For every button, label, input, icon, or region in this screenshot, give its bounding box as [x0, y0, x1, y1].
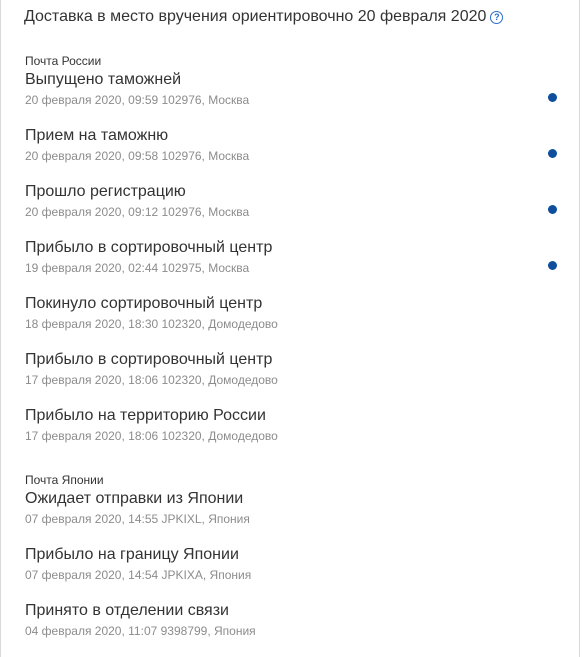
event-status: Ожидает отправки из Японии	[25, 490, 244, 507]
delivery-estimate-header: Доставка в место вручения ориентировочно…	[24, 8, 504, 26]
tracking-event: Принято в отделении связи 04 февраля 202…	[25, 600, 560, 656]
event-status: Принято в отделении связи	[25, 602, 229, 619]
event-dot-icon	[548, 205, 557, 214]
tracking-event: Выпущено таможней 20 февраля 2020, 09:59…	[25, 69, 560, 125]
tracking-event: Прибыло в сортировочный центр 19 февраля…	[25, 237, 560, 293]
event-status: Прибыло на границу Японии	[25, 546, 239, 563]
event-status: Покинуло сортировочный центр	[25, 295, 263, 312]
event-status: Выпущено таможней	[25, 71, 182, 88]
event-dot-icon	[548, 149, 557, 158]
event-status: Прибыло в сортировочный центр	[25, 351, 273, 368]
event-status: Прием на таможню	[25, 127, 169, 144]
tracking-event: Прошло регистрацию 20 февраля 2020, 09:1…	[25, 181, 560, 237]
tracking-event: Прием на таможню 20 февраля 2020, 09:58 …	[25, 125, 560, 181]
event-details: 17 февраля 2020, 18:06 102320, Домодедов…	[25, 373, 278, 387]
tracking-card: Доставка в место вручения ориентировочно…	[0, 0, 580, 657]
tracking-event: Прибыло в сортировочный центр 17 февраля…	[25, 349, 560, 405]
carrier-title: Почта России	[25, 54, 102, 68]
help-icon[interactable]: ?	[490, 10, 504, 24]
carrier-title: Почта Японии	[25, 473, 104, 487]
event-details: 18 февраля 2020, 18:30 102320, Домодедов…	[25, 317, 278, 331]
event-details: 07 февраля 2020, 14:55 JPKIXL, Япония	[25, 512, 250, 526]
event-details: 20 февраля 2020, 09:59 102976, Москва	[25, 93, 250, 107]
event-dot-icon	[548, 93, 557, 102]
event-details: 04 февраля 2020, 11:07 9398799, Япония	[25, 624, 256, 638]
carrier-section-russia: Почта России Выпущено таможней 20 феврал…	[25, 53, 560, 461]
event-status: Прошло регистрацию	[25, 183, 186, 200]
event-details: 19 февраля 2020, 02:44 102975, Москва	[25, 261, 250, 275]
tracking-event: Ожидает отправки из Японии 07 февраля 20…	[25, 488, 560, 544]
carrier-section-japan: Почта Японии Ожидает отправки из Японии …	[25, 472, 560, 656]
event-details: 07 февраля 2020, 14:54 JPKIXA, Япония	[25, 568, 252, 582]
event-details: 20 февраля 2020, 09:12 102976, Москва	[25, 205, 250, 219]
event-status: Прибыло на территорию России	[25, 407, 266, 424]
tracking-event: Прибыло на границу Японии 07 февраля 202…	[25, 544, 560, 600]
event-status: Прибыло в сортировочный центр	[25, 239, 273, 256]
event-details: 20 февраля 2020, 09:58 102976, Москва	[25, 149, 250, 163]
tracking-event: Покинуло сортировочный центр 18 февраля …	[25, 293, 560, 349]
event-details: 17 февраля 2020, 18:06 102320, Домодедов…	[25, 429, 278, 443]
tracking-event: Прибыло на территорию России 17 февраля …	[25, 405, 560, 461]
delivery-estimate-text: Доставка в место вручения ориентировочно…	[24, 8, 487, 25]
event-dot-icon	[548, 261, 557, 270]
